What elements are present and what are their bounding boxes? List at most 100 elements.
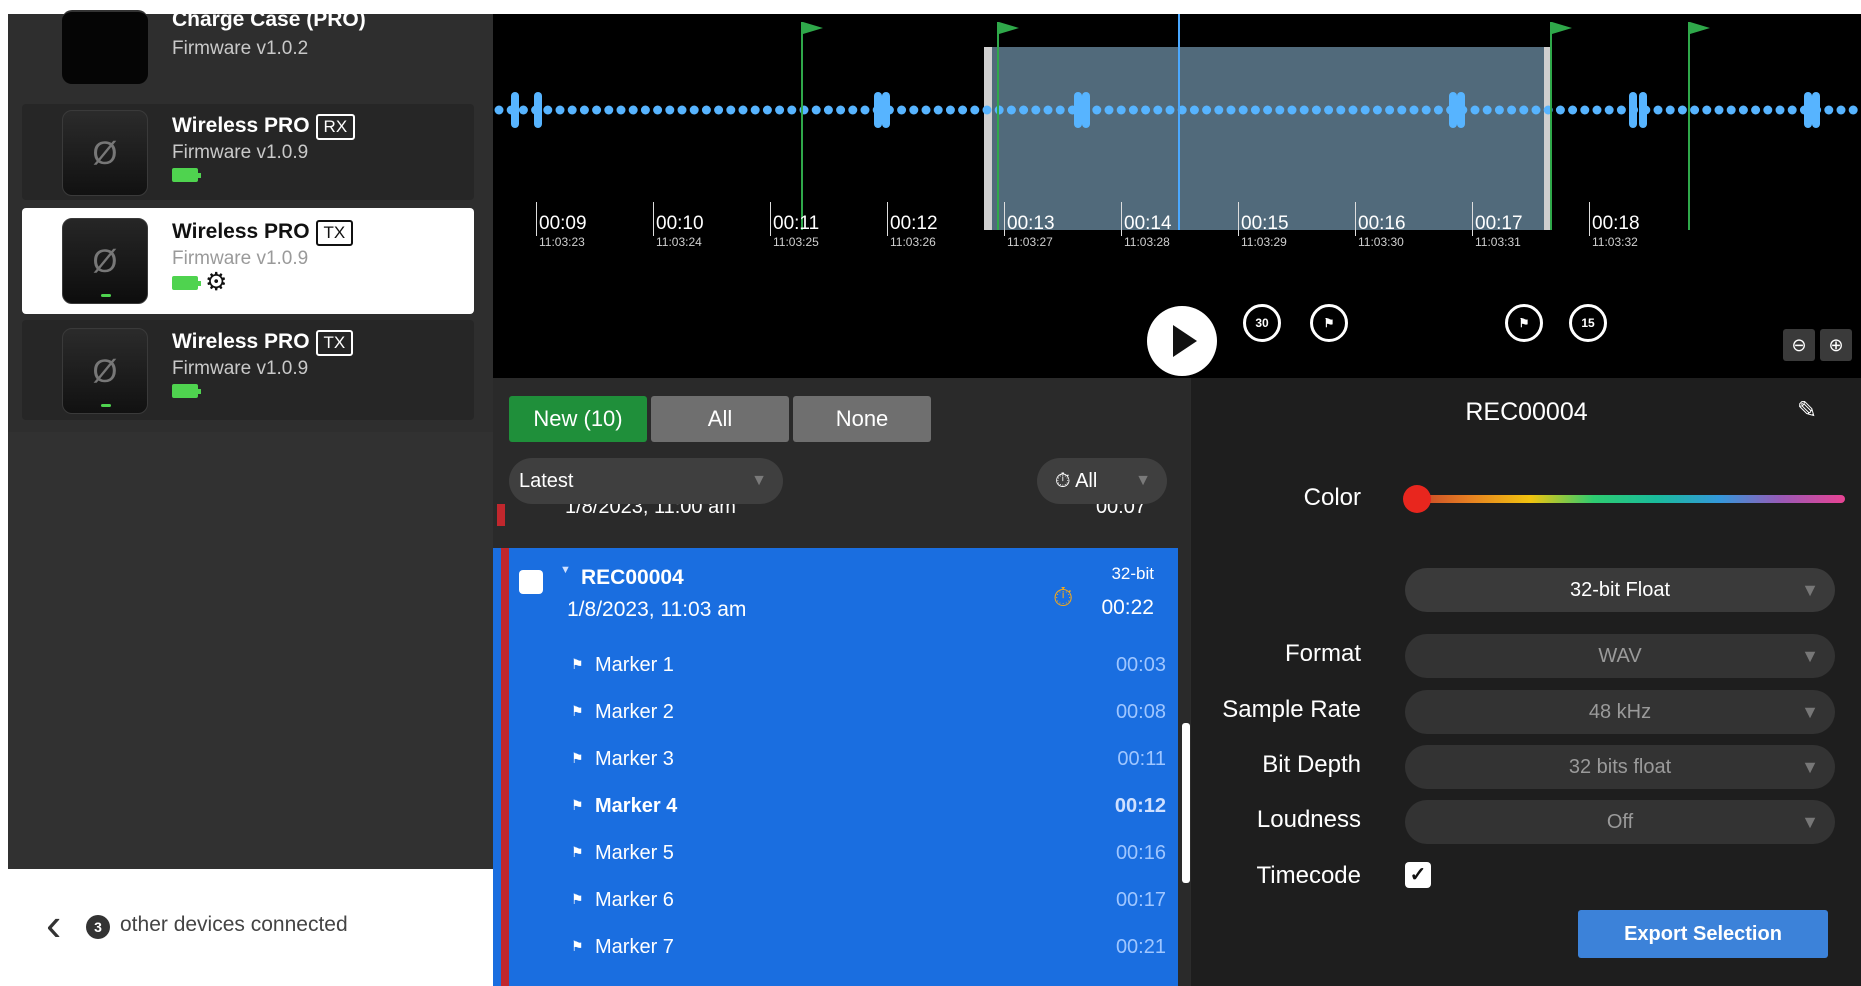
waveform-sample <box>750 105 760 115</box>
tick-time: 00:17 <box>1475 213 1523 234</box>
type-filter-dropdown[interactable]: ⏱ All ▼ <box>1037 458 1167 504</box>
settings-gear-icon[interactable]: ⚙ <box>205 270 227 295</box>
waveform-peak <box>1639 92 1647 128</box>
waveform-sample <box>823 105 833 115</box>
tick-time: 00:11 <box>773 213 820 234</box>
dropdown-arrow-icon: ▼ <box>1801 812 1819 832</box>
prev-marker-icon[interactable]: ⚑ <box>1505 304 1543 342</box>
waveform-sample <box>1848 105 1858 115</box>
bit-depth-dropdown[interactable]: 32 bits float ▼ <box>1405 745 1835 789</box>
marker-row[interactable]: ⚑ Marker 1 00:03 <box>493 648 1178 688</box>
dropdown-arrow-icon: ▼ <box>1801 580 1819 600</box>
marker-row[interactable]: ⚑ Marker 2 00:08 <box>493 695 1178 735</box>
tick-line <box>1004 202 1005 236</box>
format-dropdown[interactable]: WAV ▼ <box>1405 634 1835 678</box>
dropdown-arrow-icon: ▼ <box>1135 472 1151 489</box>
connected-devices-footer[interactable]: ‹ 3 other devices connected <box>0 869 493 986</box>
edit-icon[interactable]: ✎ <box>1797 396 1817 425</box>
tick-time: 00:10 <box>656 213 704 234</box>
waveform-sample <box>567 105 577 115</box>
marker-flag-icon: ⚑ <box>571 891 584 907</box>
waveform-sample <box>921 105 931 115</box>
device-wireless-pro-tx-selected[interactable]: Ø Wireless PRO TX Firmware v1.0.9 ⚙ <box>22 208 474 314</box>
marker-flag-icon <box>1690 22 1710 34</box>
waveform-sample <box>1165 105 1175 115</box>
list-item-previous[interactable]: 1/8/2023, 11:00 am 00:07 <box>493 504 1178 526</box>
sample-rate-dropdown[interactable]: 48 kHz ▼ <box>1405 690 1835 734</box>
waveform-peak <box>1074 92 1082 128</box>
forward-30-icon[interactable]: 30 <box>1243 304 1281 342</box>
loudness-label: Loudness <box>1256 806 1361 833</box>
waveform-timeline[interactable]: 00:09 11:03:23 00:10 11:03:24 00:11 11:03:25 0… <box>493 14 1861 378</box>
device-panel-empty <box>8 432 493 869</box>
waveform-sample <box>762 105 772 115</box>
charge-case-image <box>62 10 148 84</box>
device-wireless-pro-tx[interactable]: Ø Wireless PRO TX Firmware v1.0.9 <box>22 320 474 420</box>
tick-line <box>1121 202 1122 236</box>
waveform-sample <box>1787 105 1797 115</box>
export-settings-panel: REC00004 ✎ Color 32-bit Float ▼ Format WA… <box>1190 378 1861 986</box>
sort-value: Latest <box>519 470 574 492</box>
rewind-label: 15 <box>1581 316 1595 330</box>
marker-row[interactable]: ⚑ Marker 3 00:11 <box>493 742 1178 782</box>
selection-handle-left <box>984 47 992 230</box>
color-slider[interactable] <box>1405 495 1845 503</box>
waveform-sample <box>1653 105 1663 115</box>
filter-new-button[interactable]: New (10) <box>509 396 647 442</box>
waveform-sample <box>1470 105 1480 115</box>
marker-row[interactable]: ⚑ Marker 7 00:21 <box>493 930 1178 970</box>
time-tick: 00:15 11:03:29 <box>1238 202 1289 250</box>
marker-row[interactable]: ⚑ Marker 4 00:12 <box>493 789 1178 829</box>
waveform-sample <box>1568 105 1578 115</box>
timecode-checkbox[interactable]: ✓ <box>1405 862 1431 888</box>
waveform-sample <box>1763 105 1773 115</box>
filter-all-button[interactable]: All <box>651 396 789 442</box>
waveform-sample <box>1665 105 1675 115</box>
tick-line <box>1589 202 1590 236</box>
waveform-sample <box>1397 105 1407 115</box>
loudness-value: Off <box>1606 811 1634 833</box>
device-badge: RX <box>315 114 356 140</box>
recording-checkbox[interactable] <box>519 570 543 594</box>
waveform-sample <box>945 105 955 115</box>
time-tick: 00:18 11:03:32 <box>1589 202 1640 250</box>
list-scrollbar[interactable] <box>1182 723 1190 883</box>
tick-line <box>1238 202 1239 236</box>
sort-dropdown[interactable]: Latest ▼ <box>509 458 783 504</box>
waveform-peak <box>511 92 519 128</box>
play-icon[interactable] <box>1147 306 1217 376</box>
expand-arrow-icon[interactable]: ▼ <box>560 564 571 576</box>
device-wireless-pro-rx[interactable]: Ø Wireless PRO RX Firmware v1.0.9 <box>22 104 474 200</box>
waveform-sample <box>1360 105 1370 115</box>
preset-value: 32-bit Float <box>1569 579 1671 601</box>
marker-flag-icon: ⚑ <box>571 938 584 954</box>
rewind-15-icon[interactable]: 15 <box>1569 304 1607 342</box>
device-charge-case[interactable]: Charge Case (PRO) Firmware v1.0.2 <box>22 0 474 88</box>
color-slider-handle[interactable] <box>1403 485 1431 513</box>
waveform-sample <box>592 105 602 115</box>
time-tick: 00:12 11:03:26 <box>887 202 938 250</box>
marker-row[interactable]: ⚑ Marker 5 00:16 <box>493 836 1178 876</box>
zoom-out-icon[interactable]: ⊖ <box>1783 329 1815 361</box>
zoom-in-icon[interactable]: ⊕ <box>1820 329 1852 361</box>
marker-row[interactable]: ⚑ Marker 6 00:17 <box>493 883 1178 923</box>
marker-time: 00:12 <box>1114 795 1166 817</box>
preset-dropdown[interactable]: 32-bit Float ▼ <box>1405 568 1835 612</box>
chevron-left-icon[interactable]: ‹ <box>46 901 61 947</box>
filter-none-button[interactable]: None <box>793 396 931 442</box>
device-panel: Charge Case (PRO) Firmware v1.0.2 Ø Wire… <box>8 8 493 869</box>
tick-clock: 11:03:29 <box>1241 235 1287 249</box>
recording-item-selected[interactable]: ▼ REC00004 1/8/2023, 11:03 am ⏱ 32-bit 0… <box>493 548 1178 986</box>
next-marker-icon[interactable]: ⚑ <box>1310 304 1348 342</box>
waveform-sample <box>909 105 919 115</box>
waveform-sample <box>1824 105 1834 115</box>
waveform-peak <box>1457 92 1465 128</box>
playhead <box>1178 14 1180 230</box>
waveform-sample <box>1019 105 1029 115</box>
export-selection-button[interactable]: Export Selection <box>1578 910 1828 958</box>
marker-time: 00:08 <box>1115 701 1166 723</box>
waveform-sample <box>787 105 797 115</box>
device-name-text: Wireless PRO <box>172 114 310 137</box>
loudness-dropdown[interactable]: Off ▼ <box>1405 800 1835 844</box>
waveform[interactable] <box>493 14 1861 244</box>
